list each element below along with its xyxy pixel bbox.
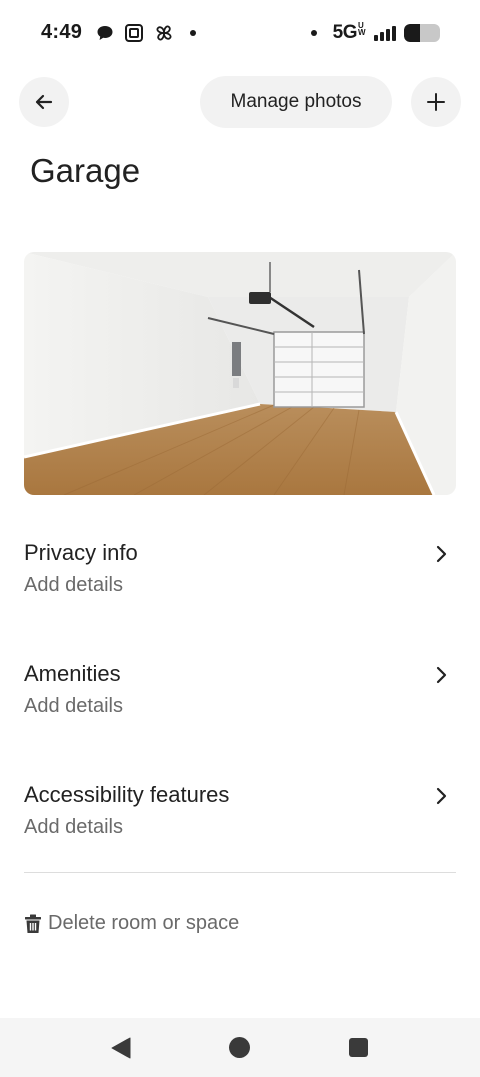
status-time: 4:49 — [41, 21, 83, 43]
notification-dot — [190, 30, 196, 36]
pinwheel-icon — [156, 25, 172, 41]
chevron-right-icon — [436, 666, 447, 684]
battery-icon — [404, 24, 440, 42]
arrow-left-icon — [35, 94, 53, 110]
row-title: Amenities — [24, 661, 121, 686]
back-button[interactable] — [19, 77, 69, 127]
delete-label: Delete room or space — [48, 912, 240, 934]
nav-recent-square-icon[interactable] — [349, 1038, 368, 1057]
notification-icons — [96, 23, 196, 43]
row-subtitle: Add details — [24, 574, 123, 596]
status-dot — [310, 30, 317, 36]
battery-fill — [404, 24, 421, 42]
room-photo[interactable] — [24, 252, 456, 495]
trash-icon — [25, 914, 41, 933]
network-indicator: 5GUW — [333, 22, 366, 44]
amenities-row[interactable]: Amenities Add details — [24, 661, 456, 751]
page-title: Garage — [30, 152, 141, 189]
network-sub-label: UW — [358, 21, 366, 37]
manage-photos-button[interactable]: Manage photos — [200, 76, 392, 128]
divider — [24, 872, 456, 873]
add-button[interactable] — [411, 77, 461, 127]
chevron-right-icon — [436, 545, 447, 563]
garage-image — [24, 252, 456, 495]
nav-back-triangle-icon[interactable] — [110, 1037, 132, 1059]
row-subtitle: Add details — [24, 816, 123, 838]
accessibility-features-row[interactable]: Accessibility features Add details — [24, 782, 456, 872]
nav-home-circle-icon[interactable] — [229, 1037, 250, 1058]
network-label: 5G — [332, 22, 358, 43]
status-bar: 4:49 5GUW — [0, 0, 480, 68]
privacy-info-row[interactable]: Privacy info Add details — [24, 540, 456, 630]
chat-bubble-icon — [97, 26, 113, 40]
chevron-right-icon — [436, 787, 447, 805]
row-title: Privacy info — [24, 540, 138, 565]
row-title: Accessibility features — [24, 782, 230, 807]
delete-room-button[interactable]: Delete room or space — [24, 912, 239, 935]
system-icons: 5GUW — [310, 22, 440, 44]
row-subtitle: Add details — [24, 695, 123, 717]
system-nav-bar — [0, 1018, 480, 1077]
signal-icon — [374, 25, 396, 41]
plus-icon — [427, 93, 445, 111]
screenshot-frame-icon — [125, 24, 143, 42]
